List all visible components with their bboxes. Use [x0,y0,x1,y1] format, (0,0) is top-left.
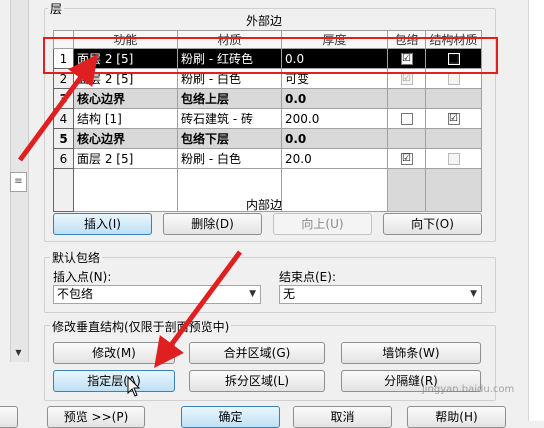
mouse-cursor-icon [127,376,141,397]
annotation-arrow-up [17,53,98,162]
annotation-arrow-down [154,250,243,369]
annotation-arrows [17,53,243,369]
watermark-text: jingyan.baidu.com [422,384,515,395]
